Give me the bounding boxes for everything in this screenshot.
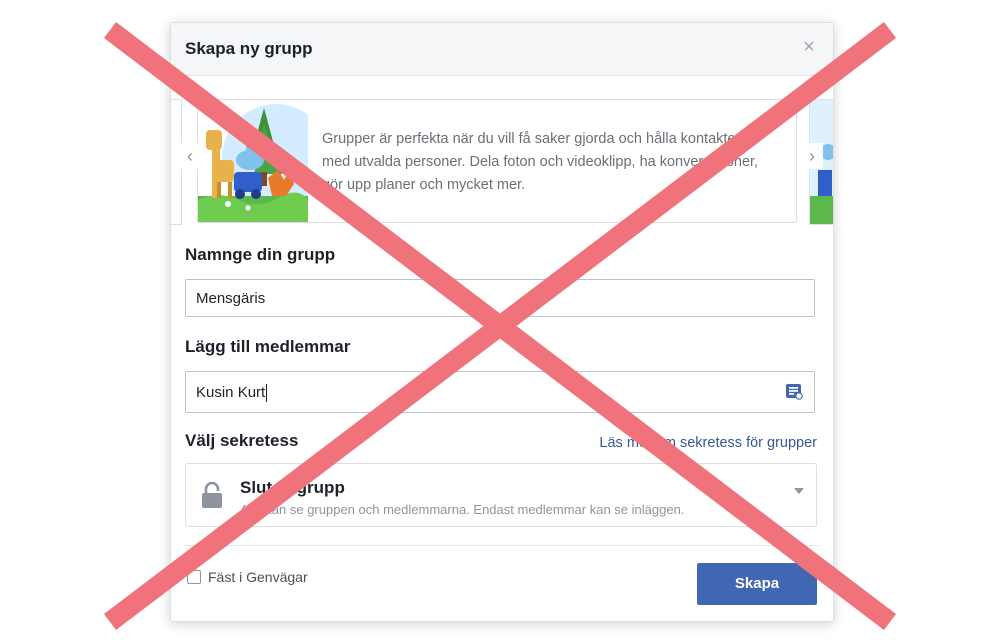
carousel-description: Grupper är perfekta när du vill få saker… (322, 131, 759, 193)
text-caret (266, 384, 268, 403)
dialog-header: Skapa ny grupp × (171, 23, 833, 76)
carousel-card: Grupper är perfekta när du vill få saker… (197, 99, 797, 223)
members-value: Kusin Kurt (196, 384, 266, 401)
group-name-input[interactable]: Mensgäris (185, 279, 815, 317)
group-name-label: Namnge din grupp (185, 245, 336, 264)
dialog-title: Skapa ny grupp (185, 39, 313, 58)
lock-icon (202, 481, 222, 508)
group-name-value: Mensgäris (196, 290, 266, 307)
chevron-left-icon[interactable]: ‹ (179, 143, 201, 169)
members-value-wrap: Kusin Kurt (196, 384, 268, 403)
group-illustration-icon (198, 104, 308, 222)
intro-carousel: Grupper är perfekta när du vill få saker… (171, 99, 833, 225)
close-icon[interactable]: × (799, 37, 819, 57)
privacy-option-title: Sluten grupp (240, 478, 345, 497)
privacy-select[interactable]: Sluten grupp Alla kan se gruppen och med… (185, 463, 817, 527)
pin-label: Fäst i Genvägar (208, 569, 308, 585)
pin-shortcut-row: Fäst i Genvägar (187, 569, 308, 585)
privacy-info-link[interactable]: Läs mer om sekretess för grupper (599, 435, 817, 451)
create-group-dialog: Skapa ny grupp × Grupper är perfekta när… (170, 22, 834, 622)
create-button[interactable]: Skapa (697, 563, 817, 605)
pin-checkbox[interactable] (187, 570, 201, 584)
privacy-option-description: Alla kan se gruppen och medlemmarna. End… (240, 502, 685, 517)
chevron-down-icon (794, 488, 804, 494)
chevron-right-icon[interactable]: › (801, 143, 823, 169)
footer-divider (185, 545, 819, 546)
add-members-input[interactable]: Kusin Kurt (185, 371, 815, 413)
privacy-label: Välj sekretess (185, 431, 299, 450)
add-members-label: Lägg till medlemmar (185, 337, 351, 356)
contacts-icon[interactable] (784, 381, 804, 401)
